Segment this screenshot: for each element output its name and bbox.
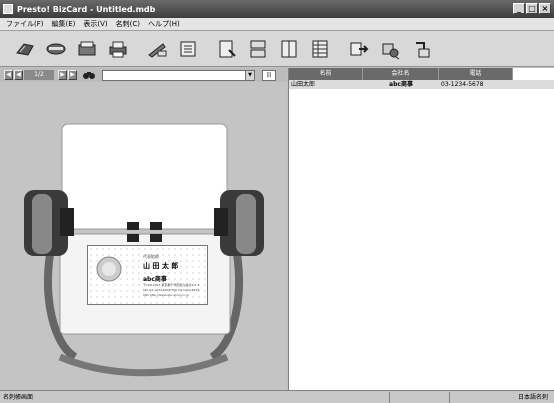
menu-help[interactable]: ヘルプ(H) xyxy=(144,19,184,29)
sync-icon xyxy=(416,41,430,57)
cardbox-button[interactable] xyxy=(76,38,98,60)
last-card-button[interactable]: ▶ xyxy=(68,70,77,80)
column-header-name[interactable]: 名前 xyxy=(289,68,363,80)
cell-company: abc商事 xyxy=(389,81,413,88)
search-dropdown-button[interactable]: ▼ xyxy=(246,69,255,81)
card-list-pane: 名前 会社名 電話 山田太郎 abc商事 03-1234-5678 xyxy=(288,68,554,390)
card-address-1: 〒102-0073 東京都千代田区九段北1-2-3 xyxy=(143,283,200,287)
cardbox-icon xyxy=(78,41,96,55)
prev-card-button[interactable]: ◀ xyxy=(14,70,23,80)
table-row[interactable]: 山田太郎 abc商事 03-1234-5678 xyxy=(289,80,554,89)
view-thumbnail-icon xyxy=(281,40,297,57)
edit-card-button[interactable] xyxy=(146,38,168,60)
navigation-bar: ◀ ◀ 1/2 ▶ ▶ ▼ ||| xyxy=(0,68,287,82)
app-icon xyxy=(3,4,13,14)
status-language: 日本語名刺 xyxy=(517,393,548,401)
status-bar: 名刺帳画面 日本語名刺 xyxy=(0,390,554,403)
status-message: 名刺帳画面 xyxy=(0,391,390,403)
scan-icon xyxy=(46,43,66,54)
card-address-3: URL http://www.abc-shoji.co.jp xyxy=(143,293,189,297)
menu-edit[interactable]: 編集(E) xyxy=(48,19,80,29)
view-single-icon xyxy=(219,40,236,57)
scan-button[interactable] xyxy=(45,38,67,60)
card-view-pane: ◀ ◀ 1/2 ▶ ▶ ▼ ||| 代表取締 山 田 太 郎 abc商事 〒10… xyxy=(0,68,287,390)
column-header-company[interactable]: 会社名 xyxy=(363,68,439,80)
card-company: abc商事 xyxy=(143,276,167,283)
edit-card-icon xyxy=(148,42,167,58)
status-panel xyxy=(390,391,450,403)
business-card[interactable]: 代表取締 山 田 太 郎 abc商事 〒102-0073 東京都千代田区九段北1… xyxy=(87,245,208,305)
export-button[interactable] xyxy=(348,38,370,60)
view-table-button[interactable] xyxy=(309,38,331,60)
rolodex-illustration xyxy=(24,123,264,377)
sort-icon xyxy=(180,41,196,56)
column-header-phone[interactable]: 電話 xyxy=(439,68,513,80)
window-controls: _ □ × xyxy=(513,3,551,14)
send-button[interactable] xyxy=(379,38,401,60)
send-icon xyxy=(382,43,400,59)
cell-name: 山田太郎 xyxy=(291,81,316,88)
find-button[interactable] xyxy=(82,70,96,80)
first-card-button[interactable]: ◀ xyxy=(4,70,13,80)
menu-view[interactable]: 表示(V) xyxy=(79,19,111,29)
open-card-button[interactable] xyxy=(14,38,36,60)
right-knob xyxy=(214,190,264,256)
table-header: 名前 会社名 電話 xyxy=(289,68,554,80)
menu-card[interactable]: 名刺(C) xyxy=(112,19,144,29)
search-input[interactable] xyxy=(102,69,246,81)
menu-bar: ファイル(F) 編集(E) 表示(V) 名刺(C) ヘルプ(H) xyxy=(0,18,554,31)
page-indicator: 1/2 xyxy=(24,70,54,80)
window-title: Presto! BizCard - Untitled.mdb xyxy=(17,4,156,14)
toolbar xyxy=(0,31,554,67)
print-button[interactable] xyxy=(107,38,129,60)
title-bar: Presto! BizCard - Untitled.mdb _ □ × xyxy=(0,0,554,18)
view-table-icon xyxy=(312,40,328,57)
view-list-icon xyxy=(250,40,266,57)
sync-button[interactable] xyxy=(410,38,432,60)
card-job-title: 代表取締 xyxy=(143,254,159,259)
card-address-2: TEL 03-1234-5678 FAX 03-1234-5679 xyxy=(143,288,200,292)
menu-file[interactable]: ファイル(F) xyxy=(2,19,48,29)
card-logo xyxy=(96,256,122,282)
close-button[interactable]: × xyxy=(539,3,551,14)
cell-phone: 03-1234-5678 xyxy=(441,81,484,88)
sort-button[interactable] xyxy=(177,38,199,60)
card-name: 山 田 太 郎 xyxy=(143,261,179,270)
view-toggle-button[interactable]: ||| xyxy=(262,69,276,81)
export-icon xyxy=(350,42,369,55)
view-thumbnail-button[interactable] xyxy=(278,38,300,60)
print-icon xyxy=(109,41,127,57)
maximize-button[interactable]: □ xyxy=(526,3,538,14)
view-list-button[interactable] xyxy=(247,38,269,60)
column-header-filler xyxy=(513,68,554,80)
next-card-button[interactable]: ▶ xyxy=(58,70,67,80)
binoculars-icon xyxy=(83,72,95,79)
open-card-icon xyxy=(16,42,34,56)
minimize-button[interactable]: _ xyxy=(513,3,525,14)
left-knob xyxy=(24,190,74,256)
view-single-button[interactable] xyxy=(216,38,238,60)
